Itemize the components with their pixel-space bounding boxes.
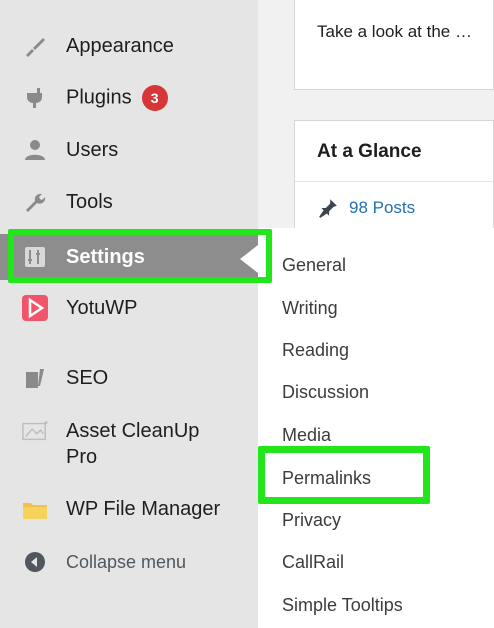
sidebar-item-tools[interactable]: Tools xyxy=(0,180,258,224)
sidebar-item-label: WP File Manager xyxy=(66,497,221,520)
collapse-icon xyxy=(22,549,48,575)
sidebar-item-label: Tools xyxy=(66,190,113,213)
submenu-item-callrail[interactable]: CallRail xyxy=(282,552,344,573)
submenu-item-reading[interactable]: Reading xyxy=(282,340,349,361)
settings-highlight-box xyxy=(8,229,272,283)
sidebar-item-label: SEO xyxy=(66,366,109,389)
welcome-card: Take a look at the … xyxy=(294,0,494,90)
sidebar-item-wp-file-manager[interactable]: WP File Manager xyxy=(0,487,258,531)
submenu-item-writing[interactable]: Writing xyxy=(282,298,338,319)
widget-title[interactable]: At a Glance xyxy=(317,141,422,163)
plugin-icon xyxy=(22,85,48,111)
asset-cleanup-icon xyxy=(22,418,48,444)
collapse-menu-button[interactable]: Collapse menu xyxy=(0,540,258,584)
submenu-item-simple-tooltips[interactable]: Simple Tooltips xyxy=(282,595,403,616)
welcome-text: Take a look at the … xyxy=(317,22,472,41)
sidebar-item-plugins[interactable]: Plugins 3 xyxy=(0,76,258,120)
submenu-item-privacy[interactable]: Privacy xyxy=(282,510,341,531)
sidebar-item-asset-cleanup[interactable]: Asset CleanUp Pro xyxy=(0,416,258,470)
submenu-item-media[interactable]: Media xyxy=(282,425,331,446)
users-icon xyxy=(22,137,48,163)
sidebar-item-label: Collapse menu xyxy=(66,551,187,572)
posts-count-link[interactable]: 98 Posts xyxy=(317,197,415,219)
submenu-item-general[interactable]: General xyxy=(282,255,346,276)
submenu-item-discussion[interactable]: Discussion xyxy=(282,382,369,403)
sidebar-item-yotuwp[interactable]: YotuWP xyxy=(0,286,258,330)
sidebar-item-label: Asset CleanUp xyxy=(66,420,200,442)
sidebar-item-label: Appearance xyxy=(66,34,174,57)
sidebar-item-seo[interactable]: SEO xyxy=(0,356,258,400)
at-a-glance-widget: At a Glance 98 Posts xyxy=(294,120,494,230)
sidebar-item-label-line2: Pro xyxy=(66,446,98,468)
wrench-icon xyxy=(22,189,48,215)
paint-brush-icon xyxy=(22,33,48,59)
settings-submenu: General Writing Reading Discussion Media… xyxy=(258,228,494,628)
admin-sidebar: Appearance Plugins 3 Users Tools Settings… xyxy=(0,0,258,628)
sidebar-item-label: YotuWP xyxy=(66,296,138,319)
update-count-badge: 3 xyxy=(141,85,168,111)
sidebar-item-label: Users xyxy=(66,138,119,161)
permalinks-highlight-box xyxy=(258,446,430,504)
sidebar-item-users[interactable]: Users xyxy=(0,128,258,172)
yotuwp-play-icon xyxy=(22,295,48,321)
pushpin-icon xyxy=(319,199,337,218)
posts-count-label: 98 Posts xyxy=(349,198,416,217)
divider xyxy=(295,181,494,182)
sidebar-item-label: Plugins xyxy=(66,86,132,109)
folder-icon xyxy=(22,496,48,522)
seo-icon xyxy=(22,365,48,391)
sidebar-item-appearance[interactable]: Appearance xyxy=(0,24,258,68)
